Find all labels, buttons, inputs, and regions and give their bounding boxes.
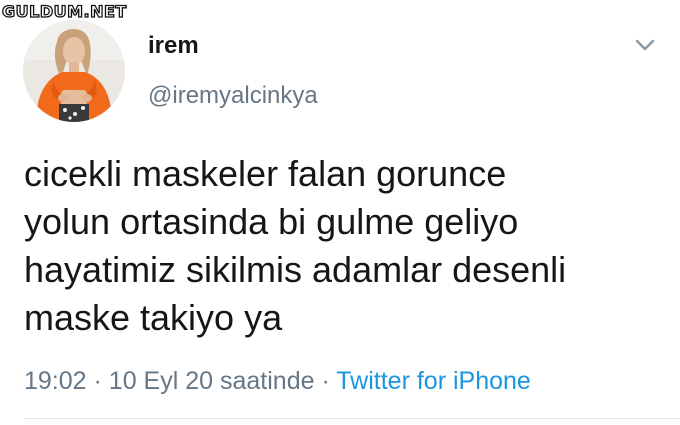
meta-separator: · [93,367,102,395]
tweet-date[interactable]: 10 Eyl 20 saatinde [109,367,315,395]
tweet-time[interactable]: 19:02 [24,367,87,395]
tweet-text: cicekli maskeler falan gorunce yolun ort… [24,150,674,342]
tweet-text-line: hayatimiz sikilmis adamlar desenli [24,249,567,290]
meta-separator: · [321,367,330,395]
tweet-text-line: cicekli maskeler falan gorunce [24,153,507,194]
chevron-down-icon[interactable] [632,34,658,56]
user-display-name[interactable]: irem [148,32,199,61]
profile-photo-icon [23,20,125,122]
user-handle[interactable]: @iremyalcinkya [148,82,318,111]
avatar[interactable] [23,20,125,122]
divider [24,418,680,419]
tweet-text-line: yolun ortasinda bi gulme geliyo [24,201,519,242]
tweet-meta: 19:02 · 10 Eyl 20 saatinde · Twitter for… [24,366,531,396]
watermark-logo: GULDUM.NET [1,2,127,21]
tweet-text-line: maske takiyo ya [24,297,283,338]
tweet-source-link[interactable]: Twitter for iPhone [336,367,531,395]
